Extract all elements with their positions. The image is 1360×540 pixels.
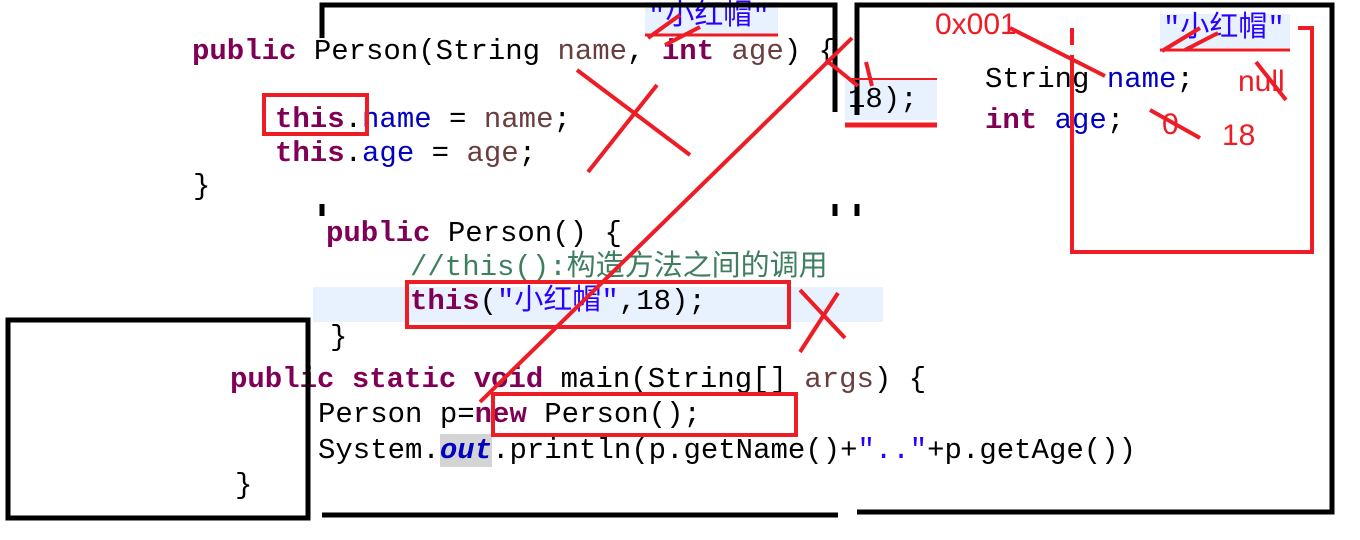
frame-main: [5, 317, 311, 521]
reference-arrow: [478, 36, 854, 404]
frame-right: [854, 2, 1335, 515]
black-frames: [5, 2, 1335, 521]
diagram-canvas: public Person(String name, int age) { th…: [0, 0, 1360, 540]
heap-object-box: [1070, 26, 1314, 254]
frame-top-left: [319, 2, 838, 112]
this-keyword-box: [262, 93, 369, 136]
annotation-overlay: [5, 2, 1335, 521]
red-annotations: [262, 13, 1314, 437]
address-pointer: [1009, 26, 1106, 78]
new-person-box: [491, 392, 798, 437]
